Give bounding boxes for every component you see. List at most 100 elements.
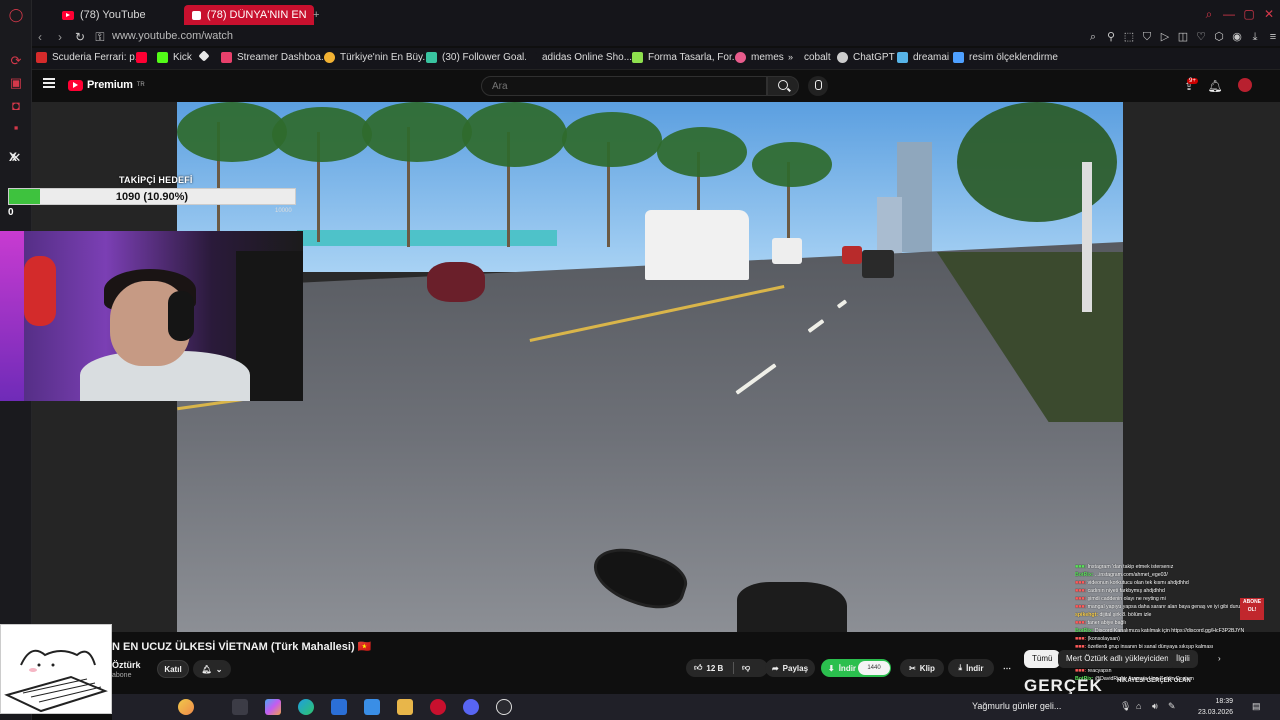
zoom-icon[interactable]: ⌕ bbox=[1086, 30, 1100, 44]
edge-icon[interactable] bbox=[298, 699, 314, 715]
search-tabs-icon[interactable]: ⌕ bbox=[1202, 7, 1216, 21]
shield-icon[interactable]: ⛉ bbox=[1140, 30, 1154, 44]
bookmark-item[interactable]: Streamer Dashboa... bbox=[221, 52, 329, 63]
bookmark-item[interactable]: resim ölçeklendirme bbox=[953, 52, 1058, 63]
chip-all[interactable]: Tümü bbox=[1024, 650, 1061, 668]
video-frame[interactable] bbox=[177, 102, 1123, 632]
dislike-button[interactable]: 👎︎ bbox=[735, 659, 757, 677]
pen-icon[interactable]: ✎ bbox=[1168, 701, 1176, 712]
forward-icon[interactable]: › bbox=[52, 29, 68, 45]
bell-icon[interactable]: 🔔︎ bbox=[1207, 78, 1223, 94]
avatar[interactable] bbox=[1238, 78, 1252, 92]
tab-youtube[interactable]: (78) YouTube bbox=[54, 5, 154, 25]
mic-tray-icon[interactable]: 🎙︎ bbox=[1120, 701, 1131, 712]
chat-text: taner abiye bağlı bbox=[1087, 620, 1126, 626]
app-icon[interactable] bbox=[364, 699, 380, 715]
weather-widget[interactable]: Yağmurlu günler geli... bbox=[972, 701, 1061, 711]
maximize-icon[interactable]: ▢ bbox=[1242, 7, 1256, 21]
chat-text: reacyapsn bbox=[1087, 668, 1112, 674]
share-button[interactable]: ➦ Paylaş bbox=[765, 659, 815, 677]
tab-video-active[interactable]: (78) DÜNYA'NIN EN UCUZ bbox=[184, 5, 314, 25]
goal-min-label: 0 bbox=[8, 207, 14, 218]
chatgpt-icon bbox=[837, 52, 848, 63]
chip-uploader[interactable]: Mert Öztürk adlı yükleyiciden bbox=[1058, 650, 1177, 668]
download-button[interactable]: ⤓ İndir bbox=[948, 659, 994, 677]
bongo-cat-icon bbox=[4, 649, 108, 713]
bookmark-item[interactable] bbox=[198, 50, 210, 62]
obs-icon[interactable] bbox=[496, 699, 512, 715]
thumbs-down-icon: 👎︎ bbox=[741, 663, 751, 672]
copilot-icon[interactable] bbox=[265, 699, 281, 715]
browser-menu-icon[interactable]: ≡ bbox=[1266, 30, 1280, 44]
minimize-icon[interactable]: — bbox=[1222, 7, 1236, 21]
file-explorer-icon[interactable] bbox=[397, 699, 413, 715]
microphone-icon[interactable] bbox=[808, 76, 828, 96]
copilot-sparkle-icon[interactable] bbox=[178, 699, 194, 715]
bookmark-item[interactable]: adidas Online Sho... bbox=[526, 52, 632, 63]
messenger-icon[interactable]: ◘ bbox=[8, 97, 24, 113]
download-manager-icon[interactable]: ⤓ bbox=[1248, 30, 1262, 44]
gercek-logo: GERÇEK bbox=[1024, 676, 1103, 695]
hamburger-menu-icon[interactable] bbox=[43, 78, 55, 88]
search-icon[interactable] bbox=[767, 76, 799, 96]
chat-text: videonun korkutucu olan tek kısmı ahdjdh… bbox=[1087, 580, 1189, 586]
new-tab-button[interactable]: + bbox=[309, 5, 323, 25]
bookmark-item[interactable]: Scuderia Ferrari: p... bbox=[36, 52, 143, 63]
chat-message: ■■■: reacyapsn bbox=[1075, 667, 1280, 675]
notifications-icon[interactable]: ▤ bbox=[1252, 701, 1261, 712]
chat-username: BotRix: bbox=[1075, 628, 1095, 634]
profile-icon[interactable]: ◉ bbox=[1230, 30, 1244, 44]
volume-icon[interactable]: 🔊︎ bbox=[1152, 701, 1158, 712]
bookmarks-bar: Scuderia Ferrari: p... Kick Streamer Das… bbox=[32, 48, 1280, 70]
store-icon[interactable] bbox=[331, 699, 347, 715]
task-view-icon[interactable] bbox=[232, 699, 248, 715]
bookmark-item[interactable]: ChatGPT bbox=[837, 52, 895, 63]
system-clock[interactable]: 18:39 23.03.2026 bbox=[1198, 696, 1233, 718]
chip-related[interactable]: İlgili bbox=[1168, 650, 1198, 668]
screenshot-icon[interactable]: ⬚ bbox=[1122, 30, 1136, 44]
reload-icon[interactable]: ↻ bbox=[72, 29, 88, 45]
heart-icon[interactable]: ♡ bbox=[1194, 30, 1208, 44]
url-field[interactable]: www.youtube.com/watch bbox=[112, 30, 233, 42]
bookmark-item[interactable]: dreamai bbox=[897, 52, 949, 63]
palm-fronds bbox=[752, 142, 832, 187]
goal-icon bbox=[426, 52, 437, 63]
thumbs-up-icon: 👍︎ bbox=[694, 663, 703, 672]
player-icon[interactable]: ▷ bbox=[1158, 30, 1172, 44]
chat-username: ■■■: bbox=[1075, 604, 1088, 610]
opera-icon[interactable] bbox=[430, 699, 446, 715]
close-window-icon[interactable]: ✕ bbox=[1262, 7, 1276, 21]
notification-bell-button[interactable]: 🔔︎ ⌄ bbox=[193, 660, 231, 678]
bookmark-item[interactable]: (30) Follower Goal... bbox=[426, 52, 533, 63]
cobalt-icon: » bbox=[788, 52, 799, 63]
palm-fronds bbox=[272, 107, 372, 162]
channel-name[interactable]: Öztürk bbox=[112, 660, 141, 670]
bookmark-item[interactable] bbox=[136, 52, 147, 63]
refresh-sidebar-icon[interactable]: ⟳ bbox=[8, 53, 24, 69]
chevron-right-icon[interactable]: › bbox=[1210, 650, 1229, 668]
clip-button[interactable]: ✂ Klip bbox=[900, 659, 944, 677]
chat-text: mangal yapıyu yapsa daha sararır alan ba… bbox=[1087, 604, 1246, 610]
search-input[interactable] bbox=[481, 76, 767, 96]
more-actions-button[interactable]: ⋯ bbox=[998, 659, 1016, 677]
subscriber-count: abone bbox=[112, 672, 132, 679]
bookmark-item[interactable]: Kick bbox=[157, 52, 192, 63]
m-app-icon[interactable]: ▪ bbox=[8, 119, 24, 135]
bookmark-item[interactable]: memes bbox=[735, 52, 784, 63]
opera-logo-icon[interactable]: ◯ bbox=[8, 7, 24, 23]
download-quality-select[interactable]: 1440 bbox=[858, 661, 890, 675]
chat-message: ■■■: cadının niyeti farkbymış ahdjdhhd bbox=[1075, 587, 1280, 595]
join-button[interactable]: Katıl bbox=[157, 660, 189, 678]
youtube-premium-logo[interactable]: Premium TR bbox=[68, 79, 145, 91]
back-icon[interactable]: ‹ bbox=[32, 29, 48, 45]
bookmark-item[interactable]: Forma Tasarla, For... bbox=[632, 52, 740, 63]
dreamai-icon bbox=[897, 52, 908, 63]
bookmark-item[interactable]: » cobalt bbox=[788, 52, 831, 63]
network-icon[interactable]: ⌂ bbox=[1136, 701, 1141, 711]
bag-icon[interactable]: ▣ bbox=[8, 75, 24, 91]
discord-icon[interactable] bbox=[463, 699, 479, 715]
bookmark-item[interactable]: Türkiye'nin En Büy... bbox=[324, 52, 431, 63]
extensions-icon[interactable]: ⬡ bbox=[1212, 30, 1226, 44]
pin-icon[interactable]: ⚲ bbox=[1104, 30, 1118, 44]
wallet-icon[interactable]: ◫ bbox=[1176, 30, 1190, 44]
